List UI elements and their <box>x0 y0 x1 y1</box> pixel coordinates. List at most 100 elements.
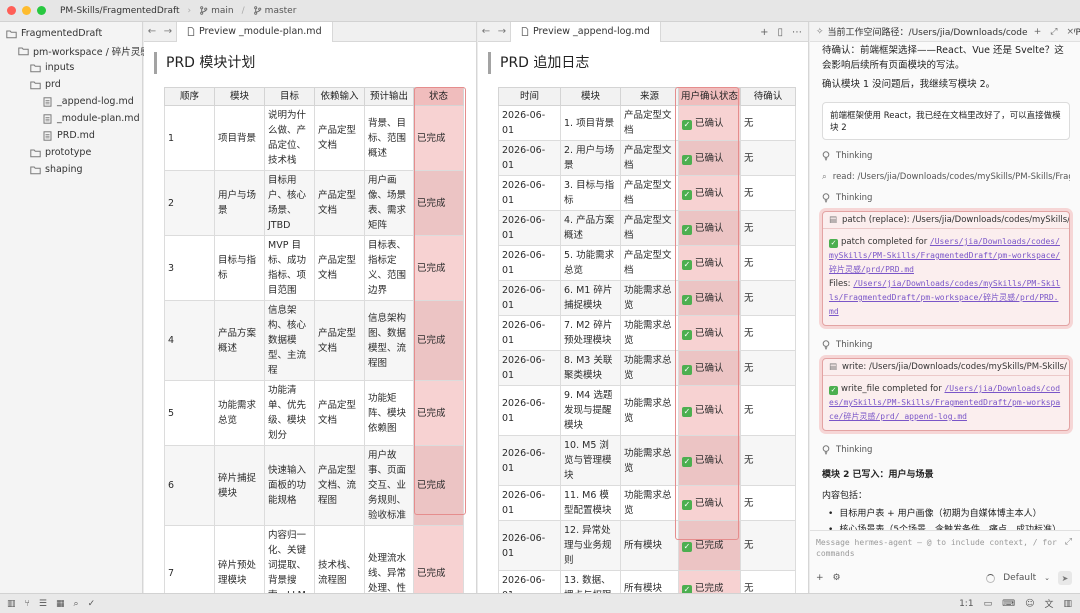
close-icon[interactable]: × <box>1066 27 1074 37</box>
send-button[interactable]: ➤ <box>1058 571 1072 585</box>
document-icon: ▤ <box>829 215 838 225</box>
project-name[interactable]: PM-Skills/FragmentedDraft <box>60 6 180 16</box>
cell-text: 已完成 <box>417 132 446 144</box>
table-cell: 1 <box>164 105 215 171</box>
thinking-step[interactable]: Thinking <box>822 193 1070 203</box>
thinking-step[interactable]: Thinking <box>822 151 1070 161</box>
cell-text: 2026-06-01 <box>502 575 546 593</box>
message-input[interactable]: Message hermes-agent — @ to include cont… <box>816 537 1064 559</box>
branch-main[interactable]: main <box>199 6 234 16</box>
sidebar-item[interactable]: PRD.md <box>0 127 142 144</box>
back-arrow-icon[interactable]: ← <box>478 26 494 37</box>
sidebar-item[interactable]: prototype <box>0 144 142 161</box>
table-cell: 无 <box>740 385 796 436</box>
cell-text: 无 <box>744 187 754 199</box>
check-icon: ✓ <box>682 224 692 235</box>
layout-icon[interactable]: ▭ <box>984 599 993 609</box>
table-row: 2026-06-01 5. 功能需求总览 产品定型文档 ✓ 已确认无 <box>498 245 796 281</box>
sidebar-item[interactable]: shaping <box>0 161 142 178</box>
sidebar-item[interactable]: _module-plan.md <box>0 110 142 127</box>
toggle-sidebar-icon[interactable]: ▥ <box>7 599 16 609</box>
table-cell: 产品定型文档 <box>314 235 365 301</box>
table-cell: 已完成 <box>413 170 464 236</box>
cell-text: 2026-06-01 <box>502 490 546 516</box>
write-header: write: /Users/jia/Downloads/codes/mySkil… <box>842 362 1067 372</box>
assistant-message: 确认模块 1 没问题后，我继续写模块 2。 <box>822 79 996 90</box>
table-cell: ✓ 已完成 <box>678 520 741 571</box>
cell-text: 已确认 <box>695 257 724 269</box>
table-row: 6 碎片捕捉模块 快速输入面板的功能规格 产品定型文档、流程图 用户故事、页面交互、业务… <box>164 445 464 526</box>
grid-icon[interactable]: ▦ <box>56 599 65 609</box>
more-icon[interactable]: ⋯ <box>792 27 802 38</box>
message-composer[interactable]: Message hermes-agent — @ to include cont… <box>810 530 1080 593</box>
model-select[interactable]: Default <box>1003 573 1036 583</box>
read-tool-step[interactable]: ⌕ read: /Users/jia/Downloads/codes/mySki… <box>822 172 1070 182</box>
add-icon[interactable]: + <box>760 27 768 38</box>
table-cell: 3 <box>164 235 215 301</box>
add-icon[interactable]: + <box>816 573 824 583</box>
cell-text: 7. M2 碎片预处理模块 <box>564 320 613 346</box>
sidebar-item[interactable]: pm-workspace / 碎片灵感 <box>0 42 150 59</box>
forward-arrow-icon[interactable]: → <box>160 26 176 37</box>
back-arrow-icon[interactable]: ← <box>144 26 160 37</box>
people-icon[interactable]: ☺ <box>1025 599 1034 609</box>
cell-text: 快速输入面板的功能规格 <box>268 465 307 506</box>
cell-text: 项目背景 <box>218 132 257 144</box>
tab-module-plan[interactable]: Preview _module-plan.md <box>176 22 333 42</box>
expand-icon[interactable]: ⤢ <box>1065 537 1072 547</box>
table-row: 2026-06-01 4. 产品方案概述 产品定型文档 ✓ 已确认无 <box>498 210 796 246</box>
check-icon: ✓ <box>829 386 838 395</box>
patch-tool-card[interactable]: ▤ patch (replace): /Users/jia/Downloads/… <box>822 211 1070 326</box>
table-cell: 功能矩阵、模块依赖图 <box>364 380 414 446</box>
check-icon[interactable]: ✓ <box>88 599 96 609</box>
table-cell: MVP 目标、成功指标、项目范围 <box>264 235 315 301</box>
table-cell: 无 <box>740 140 796 176</box>
terminal-icon[interactable]: ⌨ <box>1002 599 1015 609</box>
split-pane-icon[interactable]: ▯ <box>777 27 783 38</box>
sidebar-item[interactable]: FragmentedDraft <box>0 25 142 42</box>
forward-arrow-icon[interactable]: → <box>494 26 510 37</box>
thinking-step[interactable]: Thinking <box>822 445 1070 455</box>
zoom-level[interactable]: 1:1 <box>959 599 973 609</box>
add-icon[interactable]: + <box>1034 27 1042 37</box>
table-cell: 技术栈、流程图 <box>314 525 365 593</box>
table-cell: 产品方案概述 <box>214 300 265 381</box>
settings-icon[interactable]: ⚙ <box>833 573 841 583</box>
check-icon: ✓ <box>682 407 692 417</box>
close-window-button[interactable] <box>7 6 16 15</box>
sidebar-item[interactable]: _append-log.md <box>0 93 142 110</box>
expand-icon[interactable]: ⤢ <box>1050 27 1057 37</box>
table-cell: 产品定型文档 <box>620 245 679 281</box>
sidebar-item[interactable]: prd <box>0 76 142 93</box>
zoom-window-button[interactable] <box>37 6 46 15</box>
table-cell: 产品定型文档 <box>314 170 365 236</box>
minimize-window-button[interactable] <box>22 6 31 15</box>
cell-text: 2026-06-01 <box>502 250 546 276</box>
table-cell: 所有模块 <box>620 570 679 593</box>
panel-right-icon[interactable]: ▥ <box>1063 599 1072 609</box>
translate-icon[interactable]: 文 <box>1044 597 1053 610</box>
column-header: 目标 <box>264 87 315 106</box>
table-cell: 已完成 <box>413 525 464 593</box>
files-link[interactable]: /Users/jia/Downloads/codes/mySkills/PM-S… <box>829 279 1060 316</box>
table-cell: 无 <box>740 210 796 246</box>
table-cell: 5. 功能需求总览 <box>560 245 621 281</box>
sidebar-item[interactable]: inputs <box>0 59 142 76</box>
patch-completed: patch completed for <box>841 237 928 247</box>
chevron-down-icon[interactable]: ⌄ <box>1044 574 1050 582</box>
branch-master[interactable]: master <box>253 6 296 16</box>
table-cell: 目标与指标 <box>214 235 265 301</box>
cell-text: 处理流水线、异常处理、性 <box>368 552 407 594</box>
git-branch-icon[interactable]: ⑂ <box>25 599 30 609</box>
sidebar-item-label: pm-workspace / 碎片灵感 <box>33 46 150 58</box>
thinking-step[interactable]: Thinking <box>822 340 1070 350</box>
table-row: 2026-06-01 7. M2 碎片预处理模块 功能需求总览 ✓ 已确认无 <box>498 315 796 351</box>
write-tool-card[interactable]: ▤ write: /Users/jia/Downloads/codes/mySk… <box>822 358 1070 431</box>
tab-append-log[interactable]: Preview _append-log.md <box>510 22 661 42</box>
search-icon[interactable]: ⌕ <box>74 599 79 609</box>
list-icon[interactable]: ☰ <box>39 599 47 609</box>
table-cell: 无 <box>740 245 796 281</box>
file-tree-sidebar: FragmentedDraft pm-workspace / 碎片灵感 inputs… <box>0 22 150 593</box>
cell-text: 产品定型文档 <box>624 250 672 276</box>
column-header: 状态 <box>413 87 464 106</box>
